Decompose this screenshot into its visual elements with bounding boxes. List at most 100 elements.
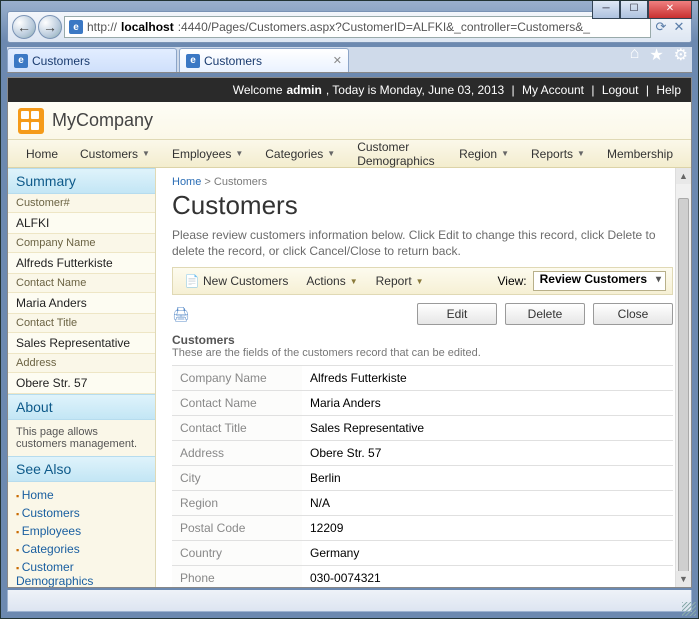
field-label: Region [172, 491, 302, 516]
record-row: Contact TitleSales Representative [172, 416, 673, 441]
home-icon[interactable]: ⌂ [630, 45, 640, 65]
menu-customers[interactable]: Customers▼ [70, 143, 160, 165]
page-title: Customers [172, 190, 673, 221]
menu-customer-demographics[interactable]: Customer Demographics [347, 136, 447, 172]
menu-reports[interactable]: Reports▼ [521, 143, 595, 165]
tab-favicon-icon: e [186, 54, 200, 68]
close-button[interactable]: Close [593, 303, 673, 325]
menu-membership[interactable]: Membership [597, 143, 683, 165]
browser-status-bar [7, 590, 692, 612]
main-content: Home > Customers Customers Please review… [156, 168, 691, 587]
record-row: CountryGermany [172, 541, 673, 566]
vertical-scrollbar[interactable]: ▲ ▼ [675, 168, 691, 587]
field-value: Sales Representative [302, 416, 673, 441]
browser-tab-strip: e Customers e Customers ✕ [7, 47, 692, 73]
chevron-down-icon: ▼ [327, 149, 335, 158]
summary-label: Company Name [8, 234, 155, 253]
delete-button[interactable]: Delete [505, 303, 585, 325]
field-value: 12209 [302, 516, 673, 541]
record-row: Contact NameMaria Anders [172, 391, 673, 416]
field-value: 030-0074321 [302, 566, 673, 587]
edit-button[interactable]: Edit [417, 303, 497, 325]
browser-window: ─ ☐ ✕ ← → e http://localhost:4440/Pages/… [0, 0, 699, 619]
scroll-up-icon[interactable]: ▲ [676, 168, 691, 184]
maximize-button[interactable]: ☐ [620, 1, 648, 19]
view-selector[interactable]: Review Customers [533, 271, 666, 291]
favorites-icon[interactable]: ★ [649, 45, 663, 65]
summary-label: Contact Title [8, 314, 155, 333]
chevron-down-icon: ▼ [235, 149, 243, 158]
chevron-down-icon: ▼ [501, 149, 509, 158]
scroll-thumb[interactable] [678, 198, 689, 587]
chevron-down-icon: ▼ [577, 149, 585, 158]
refresh-icon[interactable]: ⟳ [653, 19, 669, 35]
new-customers-action[interactable]: 📄 New Customers [179, 272, 294, 290]
summary-value: ALFKI [8, 213, 155, 234]
welcome-post: , Today is Monday, June 03, 2013 [326, 83, 504, 97]
minimize-button[interactable]: ─ [592, 1, 620, 19]
section-title: Customers [172, 333, 673, 347]
scroll-down-icon[interactable]: ▼ [676, 571, 691, 587]
forward-button[interactable]: → [38, 15, 62, 39]
see-also-link[interactable]: Employees [16, 522, 147, 540]
summary-value: Obere Str. 57 [8, 373, 155, 394]
field-value: N/A [302, 491, 673, 516]
record-row: Postal Code12209 [172, 516, 673, 541]
menu-region[interactable]: Region▼ [449, 143, 519, 165]
link-help[interactable]: Help [656, 83, 681, 97]
view-label: View: [497, 274, 526, 288]
url-host: localhost [121, 20, 174, 34]
browser-tab-active[interactable]: e Customers ✕ [179, 48, 349, 72]
field-value: Germany [302, 541, 673, 566]
see-also-link[interactable]: Home [16, 486, 147, 504]
field-label: Company Name [172, 366, 302, 391]
field-label: Contact Name [172, 391, 302, 416]
record-row: CityBerlin [172, 466, 673, 491]
resize-grip-icon[interactable] [682, 602, 696, 616]
welcome-pre: Welcome [233, 83, 283, 97]
field-value: Obere Str. 57 [302, 441, 673, 466]
field-value: Berlin [302, 466, 673, 491]
sidebar-seealso-title: See Also [8, 456, 155, 482]
tools-gear-icon[interactable]: ⚙ [674, 45, 688, 65]
browser-toolbar-right: ⌂ ★ ⚙ [630, 45, 688, 65]
main-menu: HomeCustomers▼Employees▼Categories▼Custo… [8, 140, 691, 168]
summary-label: Customer# [8, 194, 155, 213]
link-my-account[interactable]: My Account [522, 83, 584, 97]
top-user-bar: Welcome admin , Today is Monday, June 03… [8, 78, 691, 102]
stop-icon[interactable]: ✕ [671, 19, 687, 35]
action-bar: 📄 New Customers Actions▼ Report▼ View: R… [172, 267, 673, 295]
menu-employees[interactable]: Employees▼ [162, 143, 253, 165]
sidebar: Summary Customer#ALFKICompany NameAlfred… [8, 168, 156, 587]
page-intro: Please review customers information belo… [172, 227, 673, 259]
address-bar[interactable]: e http://localhost:4440/Pages/Customers.… [64, 16, 651, 38]
welcome-user: admin [287, 83, 322, 97]
see-also-link[interactable]: Categories [16, 540, 147, 558]
field-label: City [172, 466, 302, 491]
see-also-link[interactable]: Customer Demographics [16, 558, 147, 587]
back-button[interactable]: ← [12, 15, 36, 39]
menu-home[interactable]: Home [16, 143, 68, 165]
field-label: Country [172, 541, 302, 566]
see-also-list: HomeCustomersEmployeesCategoriesCustomer… [8, 482, 155, 587]
link-logout[interactable]: Logout [602, 83, 639, 97]
summary-value: Sales Representative [8, 333, 155, 354]
browser-tab[interactable]: e Customers [7, 48, 177, 72]
report-menu[interactable]: Report▼ [370, 272, 430, 290]
field-label: Phone [172, 566, 302, 587]
print-icon[interactable]: 🖨 [172, 306, 190, 323]
menu-categories[interactable]: Categories▼ [255, 143, 345, 165]
company-name: MyCompany [52, 110, 153, 131]
record-row: Phone030-0074321 [172, 566, 673, 587]
actions-menu[interactable]: Actions▼ [300, 272, 363, 290]
button-row-top: 🖨 Edit Delete Close [172, 303, 673, 325]
summary-value: Maria Anders [8, 293, 155, 314]
window-close-button[interactable]: ✕ [648, 1, 692, 19]
browser-nav-bar: ← → e http://localhost:4440/Pages/Custom… [7, 11, 692, 43]
breadcrumb-home[interactable]: Home [172, 176, 201, 188]
tab-close-icon[interactable]: ✕ [333, 54, 342, 67]
site-favicon-icon: e [69, 20, 83, 34]
see-also-link[interactable]: Customers [16, 504, 147, 522]
sidebar-about-text: This page allows customers management. [8, 420, 155, 456]
record-table: Company NameAlfreds FutterkisteContact N… [172, 365, 673, 587]
